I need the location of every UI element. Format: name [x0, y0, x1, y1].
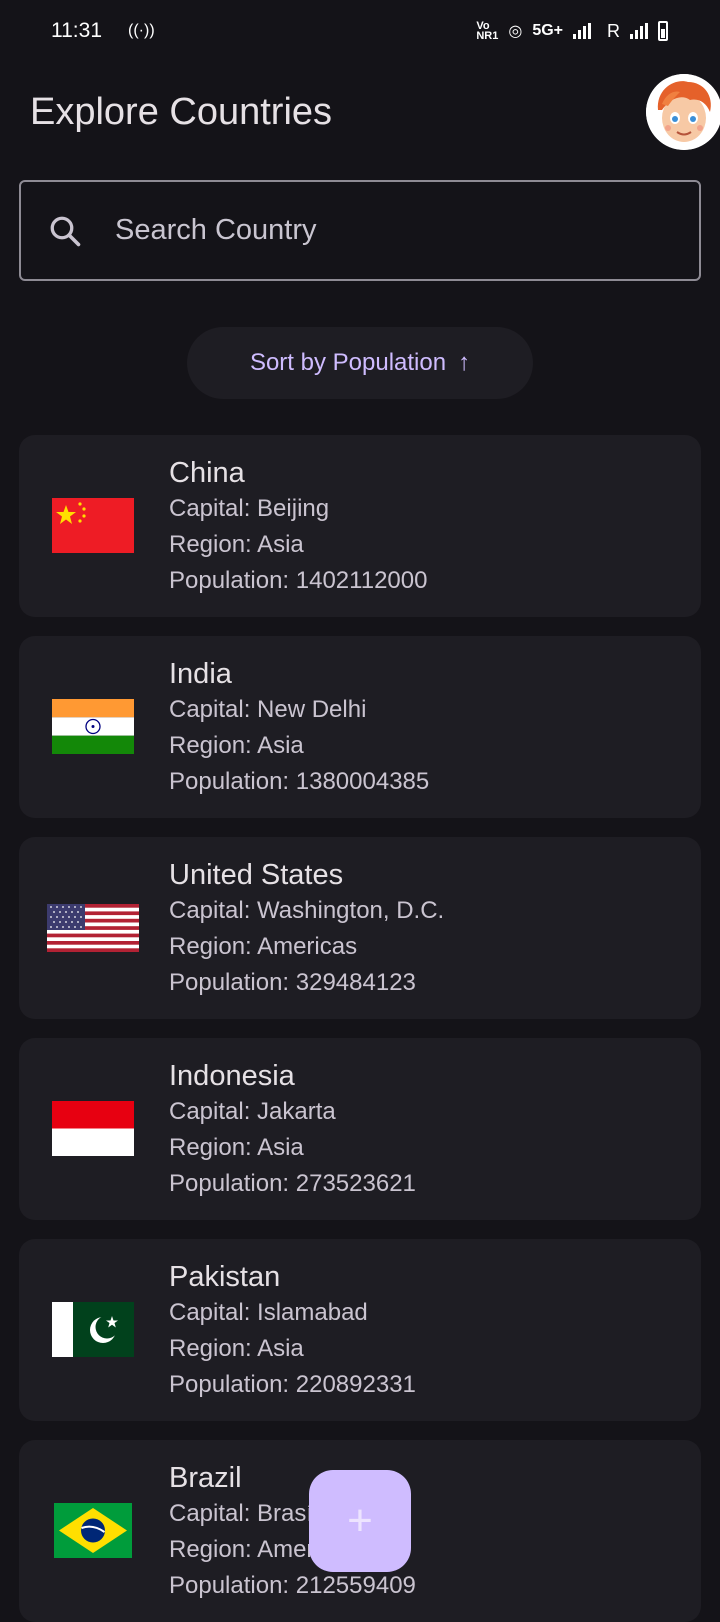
status-time: 11:31: [51, 19, 102, 42]
country-region: Region: Asia: [169, 1335, 304, 1362]
country-name: Indonesia: [169, 1060, 295, 1092]
country-population: Population: 1380004385: [169, 768, 430, 795]
usa-flag-icon: [47, 904, 139, 952]
wifi-calling-icon: ◎: [508, 23, 523, 40]
add-button[interactable]: +: [309, 1470, 411, 1572]
pakistan-flag-icon: [52, 1302, 134, 1357]
country-capital: Capital: Beijing: [169, 495, 330, 522]
header: Explore Countries: [30, 72, 720, 152]
indonesia-flag-icon: [52, 1101, 134, 1156]
country-population: Population: 329484123: [169, 969, 416, 996]
search-icon: [50, 216, 81, 246]
hotspot-icon: ((·)): [128, 22, 155, 39]
country-name: China: [169, 457, 245, 489]
country-population: Population: 212559409: [169, 1572, 416, 1599]
country-region: Region: Americas: [169, 933, 358, 960]
arrow-up-icon: ↑: [458, 349, 471, 376]
country-capital: Capital: Islamabad: [169, 1299, 368, 1326]
country-capital: Capital: Jakarta: [169, 1098, 336, 1125]
brazil-flag-icon: [54, 1503, 132, 1558]
country-card[interactable]: Pakistan Capital: Islamabad Region: Asia…: [19, 1239, 701, 1421]
country-capital: Capital: Washington, D.C.: [169, 897, 445, 924]
country-card[interactable]: China Capital: Beijing Region: Asia Popu…: [19, 435, 701, 617]
country-card[interactable]: India Capital: New Delhi Region: Asia Po…: [19, 636, 701, 818]
avatar[interactable]: [646, 74, 720, 150]
india-flag-icon: [52, 699, 134, 754]
country-name: India: [169, 658, 232, 690]
country-region: Region: Asia: [169, 531, 304, 558]
country-region: Region: Asia: [169, 732, 304, 759]
country-name: United States: [169, 859, 344, 891]
network-type: 5G+: [532, 22, 563, 39]
avatar-icon: [646, 74, 720, 150]
country-capital: Capital: New Delhi: [169, 696, 367, 723]
search-field[interactable]: [19, 180, 701, 281]
status-bar: 11:31 ((·)) Vo NR1 ◎ 5G+ R: [0, 0, 720, 62]
signal-icon-2: [630, 23, 648, 39]
country-card[interactable]: Indonesia Capital: Jakarta Region: Asia …: [19, 1038, 701, 1220]
country-card[interactable]: United States Capital: Washington, D.C. …: [19, 837, 701, 1019]
vonr-icon: Vo NR1: [476, 20, 499, 42]
country-name: Pakistan: [169, 1261, 281, 1293]
battery-icon: [658, 21, 668, 41]
signal-icon: [573, 23, 591, 39]
search-input[interactable]: [115, 214, 675, 247]
china-flag-icon: [52, 498, 134, 553]
page-title: Explore Countries: [30, 90, 333, 133]
country-population: Population: 220892331: [169, 1371, 416, 1398]
sort-by-population-button[interactable]: Sort by Population ↑: [187, 327, 533, 399]
plus-icon: +: [347, 1496, 373, 1545]
sort-label: Sort by Population: [249, 349, 447, 376]
roaming-indicator: R: [607, 20, 620, 41]
country-population: Population: 1402112000: [169, 567, 428, 594]
country-population: Population: 273523621: [169, 1170, 416, 1197]
country-region: Region: Asia: [169, 1134, 304, 1161]
